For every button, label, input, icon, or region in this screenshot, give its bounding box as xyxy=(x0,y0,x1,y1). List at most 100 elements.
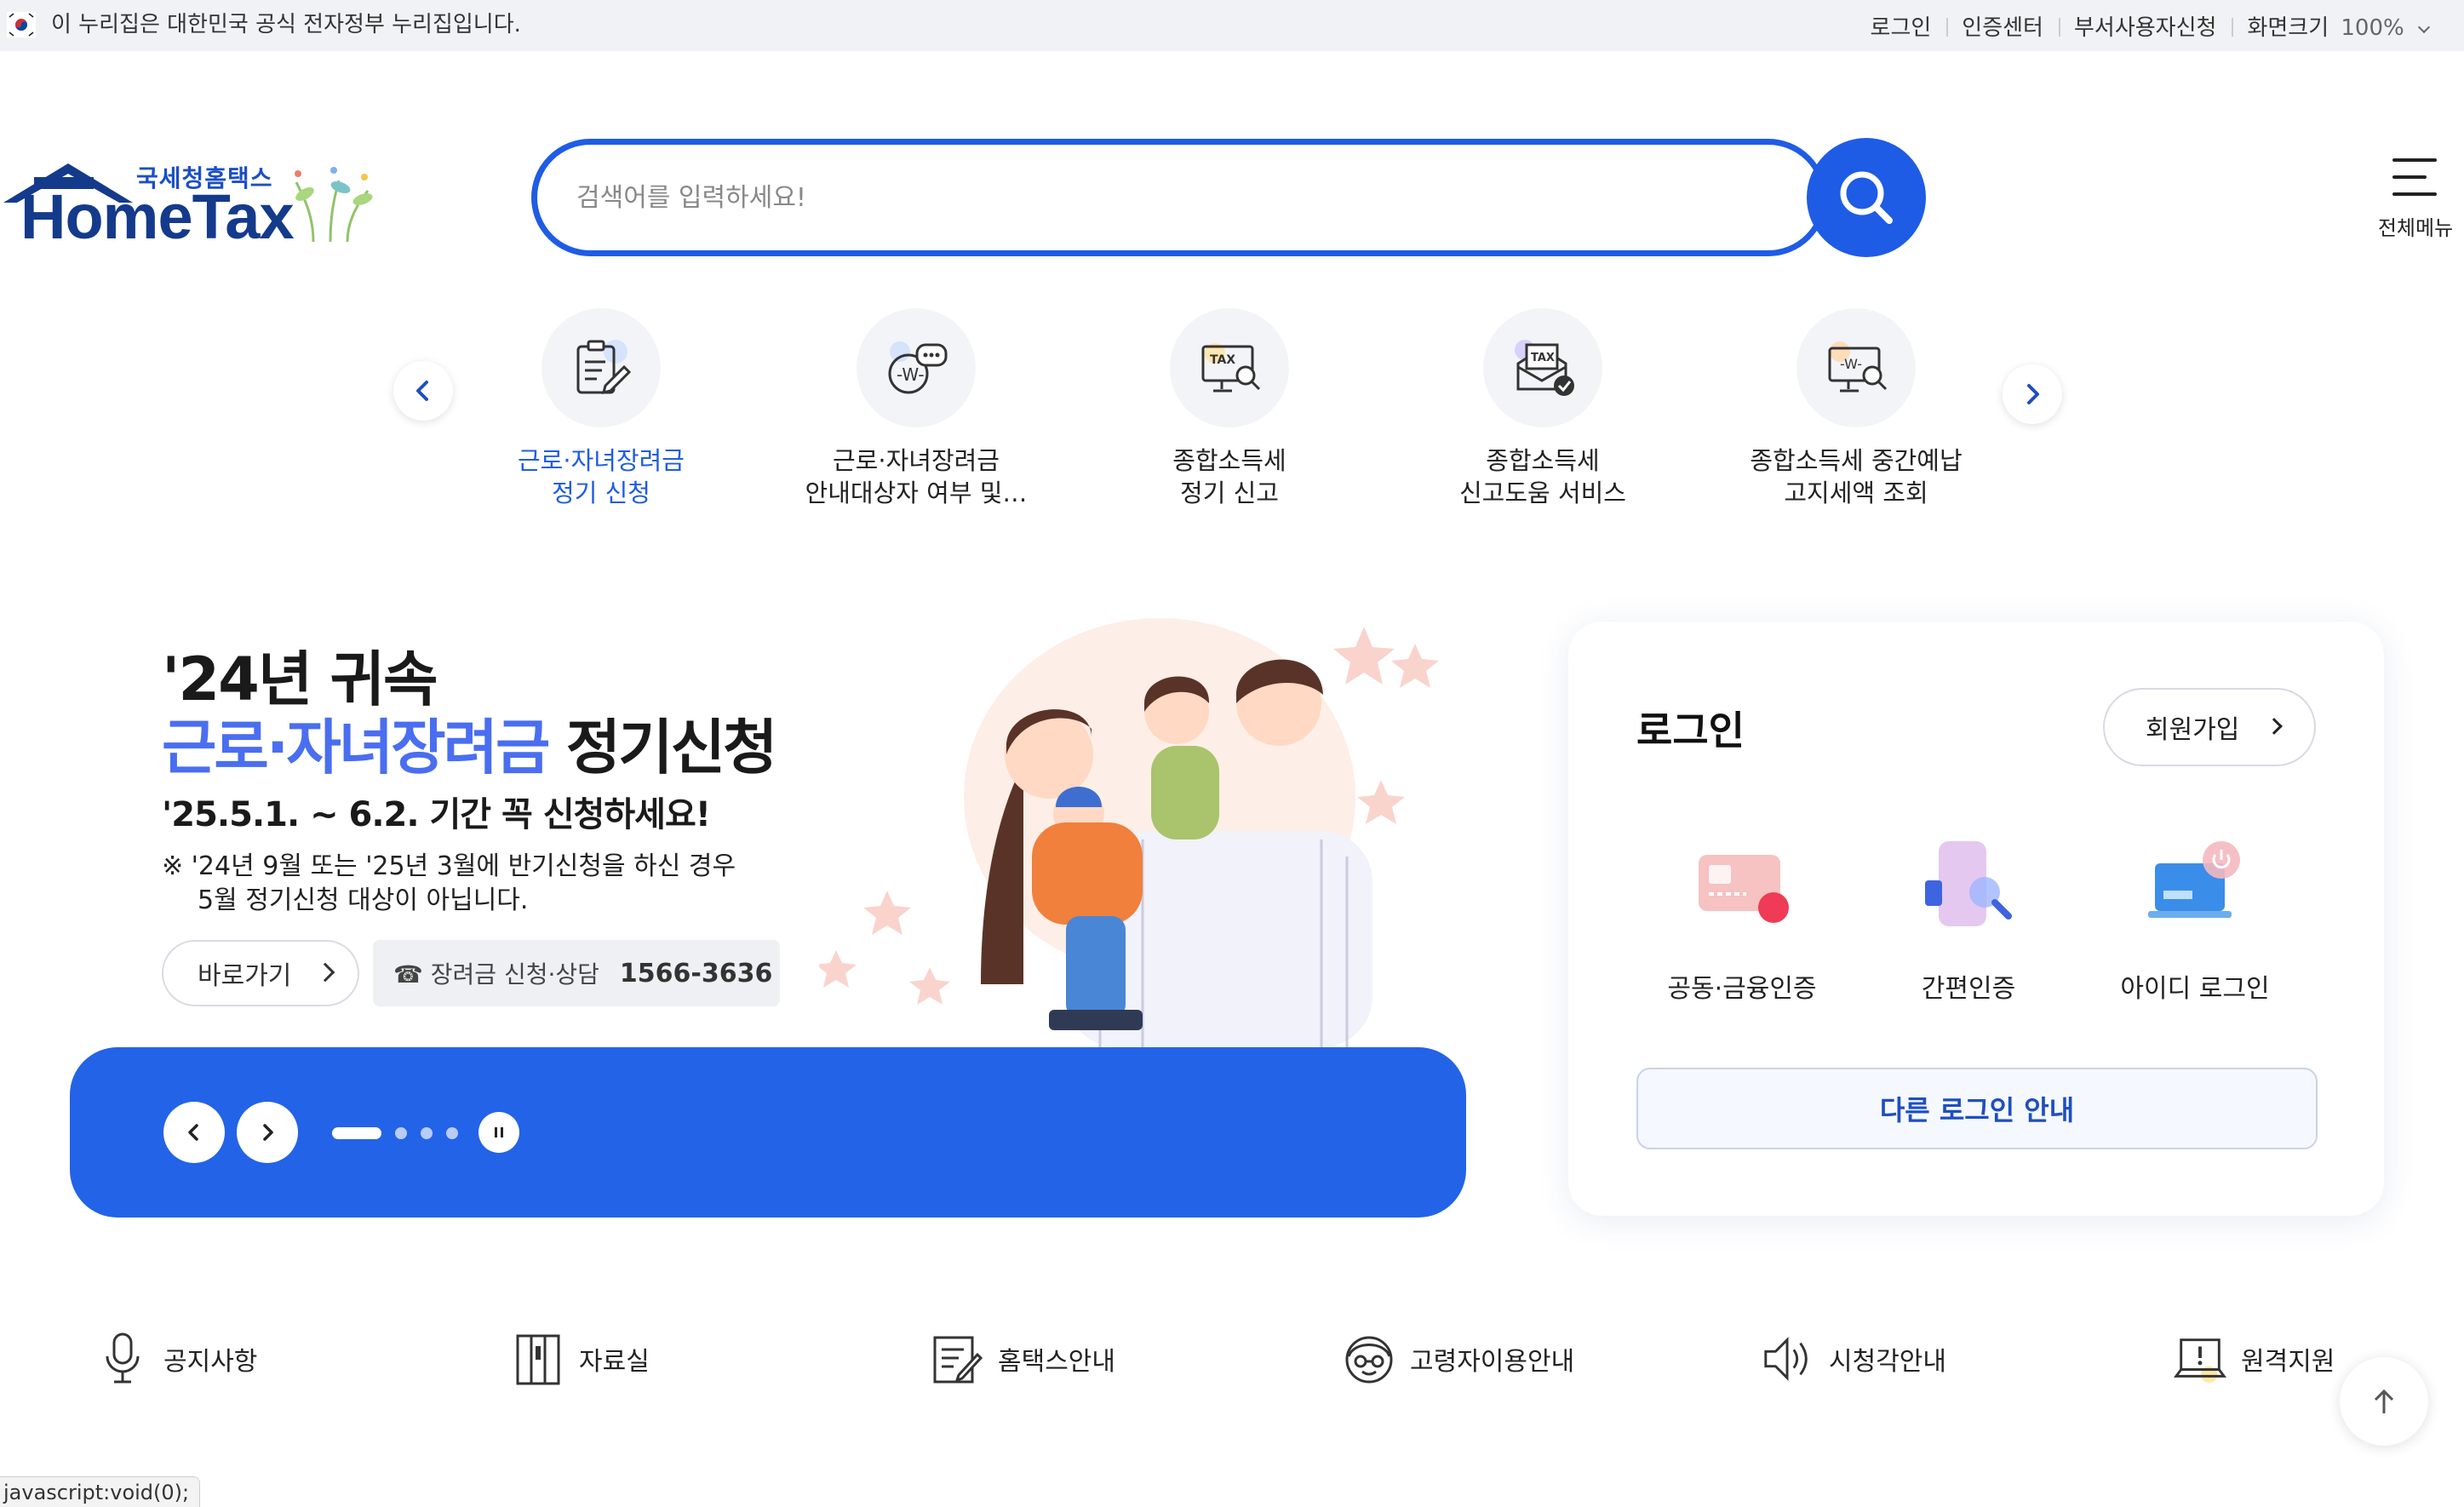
slider-dot-4[interactable] xyxy=(446,1127,458,1139)
quick-item-interim-prepayment[interactable]: -W- 종합소득세 중간예납 고지세액 조회 xyxy=(1728,308,1984,509)
quick-item-line2: 정기 신고 xyxy=(1180,478,1279,507)
gov-notice-text: 이 누리집은 대한민국 공식 전자정부 누리집입니다. xyxy=(51,12,521,37)
bottom-link-label: 원격지원 xyxy=(2241,1347,2335,1377)
banner-tel-label: ☎ 장려금 신청·상담 xyxy=(393,960,599,988)
banner-tel-number: 1566-3636 xyxy=(619,958,773,988)
quick-item-income-tax-filing[interactable]: TAX 종합소득세 정기 신고 xyxy=(1102,308,1357,509)
banner-go-label: 바로가기 xyxy=(198,961,292,991)
banner-phone-info: ☎ 장려금 신청·상담 1566-3636 xyxy=(373,940,780,1006)
banner-note-line1: ※ '24년 9월 또는 '25년 3월에 반기신청을 하신 경우 xyxy=(162,851,736,881)
banner-note: ※ '24년 9월 또는 '25년 3월에 반기신청을 하신 경우 5월 정기신… xyxy=(162,850,736,918)
search-input[interactable] xyxy=(576,170,1683,225)
login-option-simple[interactable]: 간편인증 xyxy=(1866,829,2071,1005)
slider-dot-1[interactable] xyxy=(332,1127,381,1139)
cabinet-icon xyxy=(511,1329,565,1389)
chevron-down-icon xyxy=(2417,20,2431,33)
quick-item-eitc-apply[interactable]: 근로·자녀장려금 정기 신청 xyxy=(473,308,729,509)
document-pen-icon xyxy=(930,1329,984,1389)
quick-item-eitc-target-check[interactable]: -W- 근로·자녀장려금 안내대상자 여부 및… xyxy=(788,308,1044,509)
quick-item-label: 종합소득세 정기 신고 xyxy=(1102,444,1357,509)
quick-item-label: 종합소득세 중간예납 고지세액 조회 xyxy=(1728,444,1984,509)
bottom-link-senior-guide[interactable]: 고령자이용안내 xyxy=(1342,1325,1574,1393)
quick-item-line1: 종합소득세 xyxy=(1486,446,1600,475)
bottom-link-notice[interactable]: 공지사항 xyxy=(95,1325,257,1393)
slider-next-button[interactable] xyxy=(237,1102,298,1163)
microphone-icon xyxy=(95,1329,150,1389)
login-title: 로그인 xyxy=(1636,708,1745,754)
quick-menu-prev-button[interactable] xyxy=(393,361,453,421)
browser-status-bar: javascript:void(0); xyxy=(0,1476,201,1507)
senior-face-icon xyxy=(1342,1329,1396,1389)
bottom-link-remote-support[interactable]: 원격지원 xyxy=(2173,1325,2335,1393)
other-login-guide-button[interactable]: 다른 로그인 안내 xyxy=(1636,1068,2318,1149)
pause-icon xyxy=(495,1127,503,1137)
document-edit-icon xyxy=(576,340,632,395)
money-chat-icon: -W- xyxy=(888,341,948,394)
phone-search-icon xyxy=(1913,829,2024,940)
speaker-icon xyxy=(1761,1329,1815,1389)
banner-title-line2: 근로·자녀장려금 정기신청 xyxy=(162,700,778,786)
slider-prev-button[interactable] xyxy=(163,1102,225,1163)
util-dept-user-link[interactable]: 부서사용자신청 xyxy=(2058,10,2232,42)
quick-item-line1: 근로·자녀장려금 xyxy=(833,446,1000,475)
quick-item-line1: 근로·자녀장려금 xyxy=(518,446,685,475)
bottom-link-label: 자료실 xyxy=(579,1347,650,1377)
banner-title-highlight: 근로·자녀장려금 xyxy=(162,713,550,782)
hometax-logo[interactable]: 국세청홈택스 HomeTax xyxy=(0,152,392,254)
slider-dot-3[interactable] xyxy=(421,1127,433,1139)
quick-item-icon-wrap: TAX xyxy=(1483,308,1602,427)
plant-decoration-icon xyxy=(295,167,373,243)
quick-item-line1: 종합소득세 중간예납 xyxy=(1750,446,1963,475)
login-panel: 로그인 회원가입 공동·금융인증 간편인증 아이디 로그인 다른 로그인 안내 xyxy=(1568,622,2384,1216)
scroll-to-top-button[interactable] xyxy=(2340,1357,2428,1446)
login-option-cert[interactable]: 공동·금융인증 xyxy=(1640,829,1844,1005)
hamburger-icon xyxy=(2392,158,2437,209)
login-option-label: 공동·금융인증 xyxy=(1667,974,1817,1004)
bottom-link-hometax-guide[interactable]: 홈택스안내 xyxy=(930,1325,1115,1393)
chevron-right-icon xyxy=(263,1124,273,1141)
quick-item-icon-wrap: -W- xyxy=(1796,308,1916,427)
slider-pause-button[interactable] xyxy=(478,1112,519,1153)
bottom-link-label: 고령자이용안내 xyxy=(1410,1347,1575,1377)
tax-mail-check-icon: TAX xyxy=(1515,340,1574,396)
logo-wordmark: HomeTax xyxy=(20,181,295,252)
login-option-label: 아이디 로그인 xyxy=(2120,974,2270,1004)
banner-go-button[interactable]: 바로가기 xyxy=(162,940,359,1006)
korea-flag-icon xyxy=(7,12,36,37)
chevron-right-icon xyxy=(2266,718,2283,735)
chevron-left-icon xyxy=(188,1124,198,1141)
util-login-link[interactable]: 로그인 xyxy=(1855,10,1947,42)
quick-item-line2: 고지세액 조회 xyxy=(1784,478,1928,507)
chevron-left-icon xyxy=(416,381,428,401)
quick-item-income-tax-help[interactable]: TAX 종합소득세 신고도움 서비스 xyxy=(1415,308,1670,509)
banner-title-rest: 정기신청 xyxy=(547,713,778,782)
zoom-label: 화면크기 xyxy=(2247,14,2329,41)
quick-item-line1: 종합소득세 xyxy=(1172,446,1286,475)
search-button[interactable] xyxy=(1807,138,1926,257)
chevron-right-icon xyxy=(2027,384,2039,404)
slider-pagination xyxy=(332,1127,472,1139)
quick-item-icon-wrap: -W- xyxy=(857,308,976,427)
bottom-link-label: 공지사항 xyxy=(163,1347,258,1377)
all-menu-button[interactable]: 전체메뉴 xyxy=(2369,152,2454,245)
bottom-link-audiovisual[interactable]: 시청각안내 xyxy=(1761,1325,1946,1393)
svg-text:TAX: TAX xyxy=(1531,352,1555,364)
banner-note-line2: 5월 정기신청 대상이 아닙니다. xyxy=(198,885,529,915)
zoom-control[interactable]: 화면크기 100% xyxy=(2232,10,2444,42)
certificate-card-icon xyxy=(1687,829,1797,940)
login-option-id[interactable]: 아이디 로그인 xyxy=(2093,829,2297,1005)
quick-item-label: 종합소득세 신고도움 서비스 xyxy=(1415,444,1670,509)
svg-text:-W-: -W- xyxy=(1840,356,1862,372)
signup-button[interactable]: 회원가입 xyxy=(2103,688,2316,766)
search-icon xyxy=(1840,171,1893,224)
quick-menu-next-button[interactable] xyxy=(2003,364,2062,424)
laptop-alert-icon xyxy=(2173,1329,2227,1389)
bottom-link-archive[interactable]: 자료실 xyxy=(511,1325,650,1393)
arrow-up-icon xyxy=(2374,1389,2394,1413)
quick-item-line2: 안내대상자 여부 및… xyxy=(805,478,1028,507)
zoom-value: 100% xyxy=(2341,14,2404,41)
family-illustration xyxy=(819,618,1439,1047)
util-cert-center-link[interactable]: 인증센터 xyxy=(1946,10,2059,42)
slider-dot-2[interactable] xyxy=(395,1127,407,1139)
quick-item-icon-wrap xyxy=(542,308,661,427)
